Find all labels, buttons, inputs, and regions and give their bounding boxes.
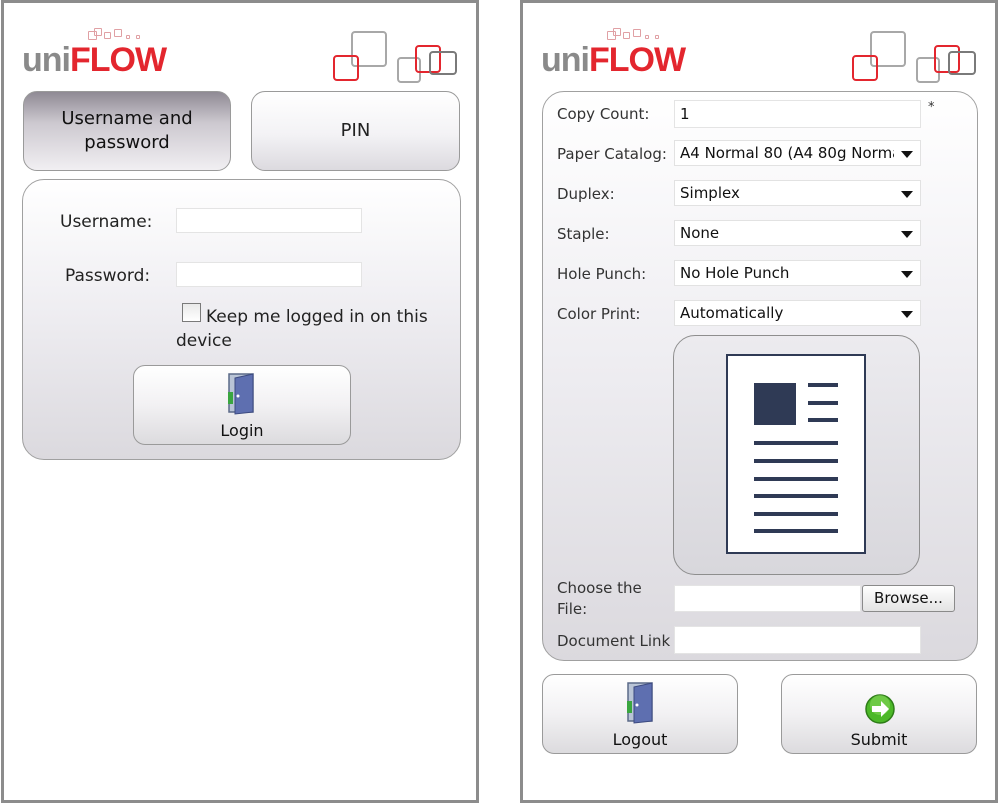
submit-button-label: Submit: [850, 730, 908, 749]
login-button-label: Login: [220, 421, 264, 440]
password-label: Password:: [65, 266, 151, 286]
chevron-down-icon: [901, 271, 913, 278]
staple-label: Staple:: [557, 225, 610, 243]
tab-username-password[interactable]: Username and password: [23, 91, 231, 171]
logout-button-label: Logout: [612, 730, 668, 749]
document-link-input[interactable]: [674, 626, 921, 654]
copy-count-input[interactable]: 1: [674, 100, 921, 128]
paper-catalog-select[interactable]: A4 Normal 80 (A4 80g Normal): [674, 140, 921, 166]
browse-button[interactable]: Browse...: [862, 585, 955, 612]
color-print-label: Color Print:: [557, 305, 641, 323]
chevron-down-icon: [901, 191, 913, 198]
door-icon: [627, 682, 653, 724]
logo-squares-decoration: [848, 31, 988, 91]
paper-catalog-label: Paper Catalog:: [557, 145, 667, 163]
green-arrow-icon: [865, 694, 895, 724]
copy-count-label: Copy Count:: [557, 105, 650, 123]
chevron-down-icon: [901, 231, 913, 238]
hole-punch-label: Hole Punch:: [557, 265, 647, 283]
document-link-label: Document Link: [557, 632, 671, 650]
login-button[interactable]: Login: [133, 365, 351, 445]
duplex-select[interactable]: Simplex: [674, 180, 921, 206]
duplex-label: Duplex:: [557, 185, 615, 203]
door-icon: [228, 373, 254, 415]
chevron-down-icon: [901, 151, 913, 158]
document-preview: [673, 335, 920, 575]
login-panel: uniFLOW Username and password PIN Userna…: [1, 0, 479, 803]
tab-pin[interactable]: PIN: [251, 91, 460, 171]
keep-logged-in-label: Keep me logged in on this device: [176, 307, 428, 351]
document-preview-icon: [726, 354, 866, 554]
print-settings-form: Copy Count: 1 * Paper Catalog: A4 Normal…: [542, 91, 978, 661]
print-panel: uniFLOW Copy Count: 1 * Paper Catalog: A…: [520, 0, 998, 803]
password-input[interactable]: [176, 262, 362, 287]
logo-squares-decoration: [329, 31, 469, 91]
login-form: Username: Password: Keep me logged in on…: [22, 179, 461, 460]
color-print-select[interactable]: Automatically: [674, 300, 921, 326]
logout-button[interactable]: Logout: [542, 674, 738, 754]
required-marker: *: [928, 100, 935, 115]
choose-file-label: Choose the File:: [557, 579, 642, 618]
username-label: Username:: [60, 212, 153, 232]
staple-select[interactable]: None: [674, 220, 921, 246]
choose-file-input[interactable]: [674, 585, 861, 612]
hole-punch-select[interactable]: No Hole Punch: [674, 260, 921, 286]
submit-button[interactable]: Submit: [781, 674, 977, 754]
chevron-down-icon: [901, 311, 913, 318]
uniflow-logo: uniFLOW: [541, 41, 686, 79]
uniflow-logo: uniFLOW: [22, 41, 167, 79]
username-input[interactable]: [176, 208, 362, 233]
